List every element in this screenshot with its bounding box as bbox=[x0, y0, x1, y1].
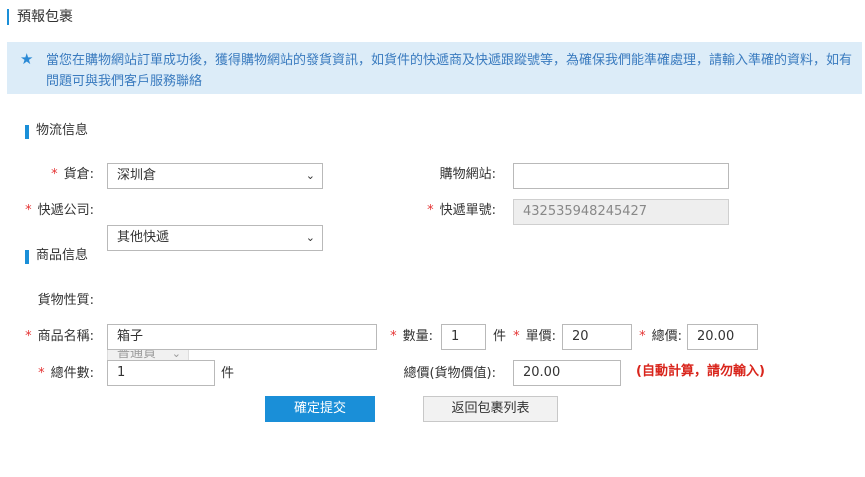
page-title: 預報包裹 bbox=[17, 9, 73, 25]
section-marker bbox=[25, 125, 29, 139]
chevron-down-icon: ⌄ bbox=[305, 231, 315, 244]
quantity-unit: 件 bbox=[493, 329, 507, 344]
warehouse-select[interactable]: 深圳倉 ⌄ bbox=[107, 163, 323, 189]
section-marker bbox=[25, 250, 29, 264]
total-pieces-input[interactable]: 1 bbox=[107, 360, 215, 386]
unit-price-label: * 單價: bbox=[513, 329, 556, 344]
tracking-no-input: 432535948245427 bbox=[513, 199, 729, 225]
product-name-label: * 商品名稱: bbox=[25, 329, 94, 344]
submit-button[interactable]: 確定提交 bbox=[265, 396, 375, 422]
goods-section-title: 商品信息 bbox=[36, 248, 89, 263]
tracking-no-label: * 快遞單號: bbox=[427, 203, 496, 218]
total-price-input[interactable]: 20.00 bbox=[687, 324, 758, 350]
goods-value-label: 總價(貨物價值): bbox=[403, 366, 496, 381]
total-pieces-label: * 總件數: bbox=[38, 366, 94, 381]
back-to-list-button[interactable]: 返回包裹列表 bbox=[423, 396, 558, 422]
chevron-down-icon: ⌄ bbox=[305, 169, 315, 182]
unit-price-input[interactable]: 20 bbox=[562, 324, 632, 350]
notice-text: 當您在購物網站訂單成功後，獲得購物網站的發貨資訊，如貨件的快遞商及快遞跟蹤號等，… bbox=[46, 53, 853, 89]
goods-value-input[interactable]: 20.00 bbox=[513, 360, 621, 386]
shop-site-label: 購物網站: bbox=[439, 167, 496, 182]
courier-select[interactable]: 其他快遞 ⌄ bbox=[107, 225, 323, 251]
total-pieces-unit: 件 bbox=[221, 366, 235, 381]
goods-nature-label: 貨物性質: bbox=[37, 293, 94, 308]
logistics-section-title: 物流信息 bbox=[36, 123, 89, 138]
notice-banner: ★ 當您在購物網站訂單成功後，獲得購物網站的發貨資訊，如貨件的快遞商及快遞跟蹤號… bbox=[7, 42, 862, 94]
title-accent-bar bbox=[7, 9, 9, 25]
warehouse-label: * 貨倉: bbox=[51, 167, 94, 182]
quantity-label: * 數量: bbox=[390, 329, 433, 344]
total-price-label: * 總價: bbox=[639, 329, 682, 344]
quantity-input[interactable]: 1 bbox=[441, 324, 486, 350]
star-icon: ★ bbox=[20, 50, 34, 68]
product-name-input[interactable]: 箱子 bbox=[107, 324, 377, 350]
courier-label: * 快遞公司: bbox=[25, 203, 94, 218]
auto-calc-hint: (自動計算，請勿輸入) bbox=[636, 364, 765, 379]
shop-site-input[interactable] bbox=[513, 163, 729, 189]
